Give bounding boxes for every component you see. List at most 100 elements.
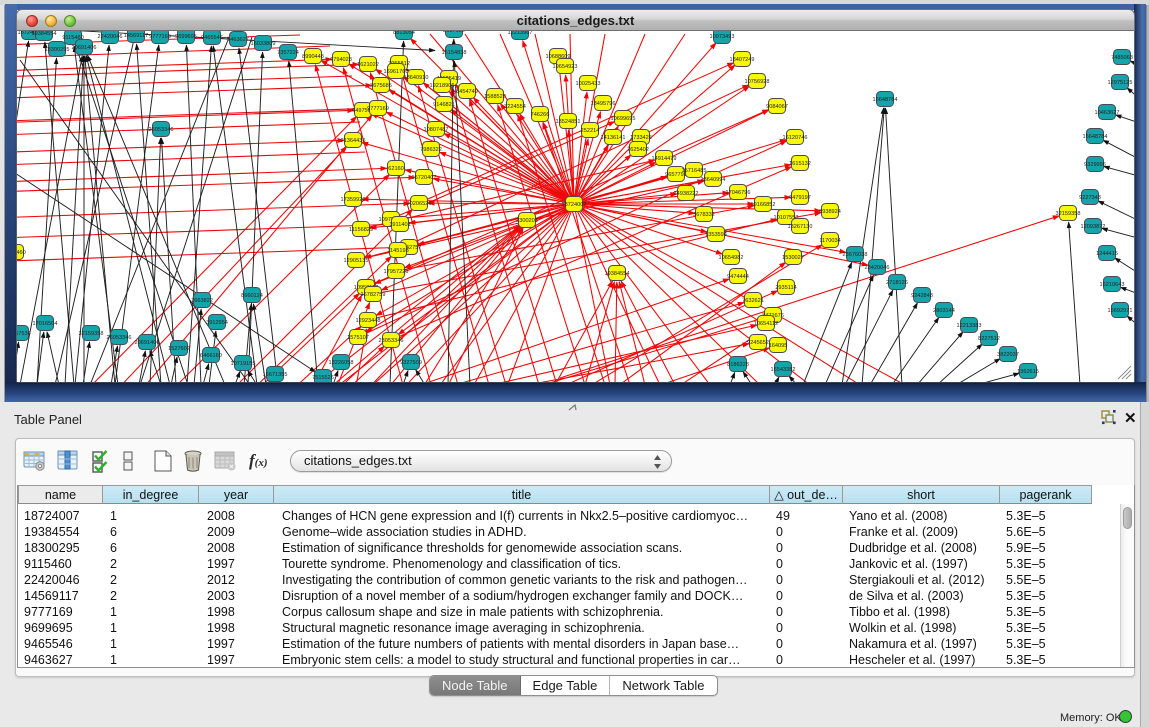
svg-text:2718126: 2718126 bbox=[886, 280, 908, 286]
svg-text:10654112: 10654112 bbox=[754, 321, 778, 327]
svg-text:12093872: 12093872 bbox=[1081, 224, 1106, 230]
svg-text:1362615: 1362615 bbox=[1017, 369, 1039, 375]
svg-text:1621022: 1621022 bbox=[357, 62, 379, 68]
svg-text:16782759: 16782759 bbox=[361, 292, 386, 298]
svg-text:13226058: 13226058 bbox=[329, 360, 354, 366]
svg-text:18495796: 18495796 bbox=[591, 101, 616, 107]
svg-text:8938924: 8938924 bbox=[819, 209, 841, 215]
svg-text:746266: 746266 bbox=[531, 112, 550, 118]
svg-text:10807487: 10807487 bbox=[424, 127, 449, 133]
svg-text:7625402: 7625402 bbox=[627, 147, 649, 153]
svg-text:20691406: 20691406 bbox=[72, 45, 97, 51]
svg-text:9146821: 9146821 bbox=[433, 102, 455, 108]
svg-text:20206526: 20206526 bbox=[407, 201, 432, 207]
svg-text:1170034: 1170034 bbox=[819, 238, 840, 244]
svg-text:14914479: 14914479 bbox=[652, 156, 677, 162]
svg-text:10654982: 10654982 bbox=[719, 255, 744, 261]
svg-text:21364436: 21364436 bbox=[341, 138, 366, 144]
svg-text:9777169: 9777169 bbox=[367, 106, 389, 112]
svg-text:17359926: 17359926 bbox=[341, 197, 366, 203]
svg-text:16671355: 16671355 bbox=[263, 372, 288, 378]
svg-text:1353594: 1353594 bbox=[705, 232, 727, 238]
svg-text:16210643: 16210643 bbox=[1100, 282, 1125, 288]
svg-text:8227512: 8227512 bbox=[978, 336, 1000, 342]
svg-text:18724007: 18724007 bbox=[562, 202, 587, 208]
svg-text:6466160: 6466160 bbox=[200, 353, 222, 359]
svg-text:20691406: 20691406 bbox=[135, 340, 160, 346]
svg-text:7663822: 7663822 bbox=[191, 298, 213, 304]
svg-text:16033809: 16033809 bbox=[251, 41, 276, 47]
svg-text:2687682: 2687682 bbox=[443, 31, 465, 34]
svg-text:6794028: 6794028 bbox=[330, 57, 352, 63]
svg-text:62160: 62160 bbox=[388, 166, 404, 172]
svg-text:10973493: 10973493 bbox=[710, 34, 735, 40]
svg-text:14569117: 14569117 bbox=[124, 33, 148, 39]
svg-text:16543382: 16543382 bbox=[771, 367, 796, 373]
svg-text:10719155: 10719155 bbox=[231, 361, 256, 367]
svg-text:7515526: 7515526 bbox=[312, 375, 334, 381]
svg-text:15716485: 15716485 bbox=[682, 168, 707, 174]
svg-text:12905135: 12905135 bbox=[344, 258, 369, 264]
svg-text:9245652: 9245652 bbox=[747, 340, 769, 346]
svg-text:1530027: 1530027 bbox=[782, 255, 804, 261]
svg-text:3675685: 3675685 bbox=[370, 83, 392, 89]
svg-text:9465546: 9465546 bbox=[201, 35, 223, 41]
svg-text:13640994: 13640994 bbox=[701, 177, 726, 183]
svg-text:16120746: 16120746 bbox=[783, 135, 808, 141]
svg-text:2935114: 2935114 bbox=[775, 285, 796, 291]
svg-text:18407249: 18407249 bbox=[730, 57, 755, 63]
svg-text:9474444: 9474444 bbox=[727, 274, 749, 280]
svg-text:6479197: 6479197 bbox=[789, 195, 811, 201]
svg-text:1615132: 1615132 bbox=[789, 161, 811, 167]
svg-text:9084067: 9084067 bbox=[766, 104, 788, 110]
svg-text:1527602: 1527602 bbox=[168, 346, 190, 352]
svg-text:10463627: 10463627 bbox=[1095, 110, 1120, 116]
svg-text:10025433: 10025433 bbox=[576, 81, 601, 87]
svg-text:10756928: 10756928 bbox=[745, 79, 770, 85]
svg-text:9242848: 9242848 bbox=[911, 293, 933, 299]
svg-text:7485063: 7485063 bbox=[1111, 55, 1133, 61]
svg-text:16154838: 16154838 bbox=[442, 50, 467, 56]
svg-text:18640910: 18640910 bbox=[404, 75, 429, 81]
svg-text:7357224: 7357224 bbox=[277, 50, 299, 56]
svg-text:14938222: 14938222 bbox=[674, 191, 699, 197]
svg-text:8813054: 8813054 bbox=[393, 31, 415, 36]
svg-text:13524851: 13524851 bbox=[556, 119, 581, 125]
svg-text:1145193: 1145193 bbox=[387, 248, 408, 254]
svg-text:9777169: 9777169 bbox=[149, 34, 171, 40]
svg-text:2300203: 2300203 bbox=[516, 218, 538, 224]
svg-text:23420046: 23420046 bbox=[865, 265, 890, 271]
svg-text:19654923: 19654923 bbox=[553, 64, 578, 70]
svg-text:12213967: 12213967 bbox=[508, 31, 533, 36]
svg-text:9329996: 9329996 bbox=[1084, 162, 1106, 168]
svg-text:8990448: 8990448 bbox=[302, 54, 324, 60]
svg-text:19166852: 19166852 bbox=[751, 202, 776, 208]
svg-text:22420046: 22420046 bbox=[98, 34, 123, 40]
svg-text:1575107: 1575107 bbox=[347, 335, 369, 341]
svg-text:9327509: 9327509 bbox=[400, 360, 422, 366]
svg-text:2803144: 2803144 bbox=[933, 308, 955, 314]
svg-text:7632621: 7632621 bbox=[742, 298, 764, 304]
svg-text:26053346: 26053346 bbox=[149, 127, 174, 133]
svg-text:32159358: 32159358 bbox=[1056, 211, 1081, 217]
svg-text:17957225: 17957225 bbox=[384, 269, 409, 275]
svg-text:1167534: 1167534 bbox=[17, 331, 31, 337]
svg-text:23053346: 23053346 bbox=[379, 338, 404, 344]
svg-text:8186328: 8186328 bbox=[727, 362, 749, 368]
svg-text:3224554: 3224554 bbox=[504, 104, 526, 110]
svg-text:7986322: 7986322 bbox=[420, 147, 442, 153]
svg-text:16648784: 16648784 bbox=[1083, 134, 1108, 140]
svg-text:16648784: 16648784 bbox=[873, 97, 898, 103]
svg-text:15692971: 15692971 bbox=[1108, 308, 1133, 314]
svg-text:12213383: 12213383 bbox=[957, 323, 982, 329]
svg-text:23676038: 23676038 bbox=[843, 252, 868, 258]
svg-text:9115460: 9115460 bbox=[17, 250, 26, 256]
svg-text:14136141: 14136141 bbox=[601, 135, 626, 141]
svg-text:19218906: 19218906 bbox=[430, 83, 455, 89]
svg-text:3822037: 3822037 bbox=[997, 352, 1019, 358]
svg-text:15720407: 15720407 bbox=[412, 175, 437, 181]
svg-text:1588520: 1588520 bbox=[484, 94, 506, 100]
svg-text:3911401: 3911401 bbox=[389, 222, 410, 228]
svg-text:11156829: 11156829 bbox=[349, 227, 373, 233]
svg-text:9699695: 9699695 bbox=[175, 34, 197, 40]
